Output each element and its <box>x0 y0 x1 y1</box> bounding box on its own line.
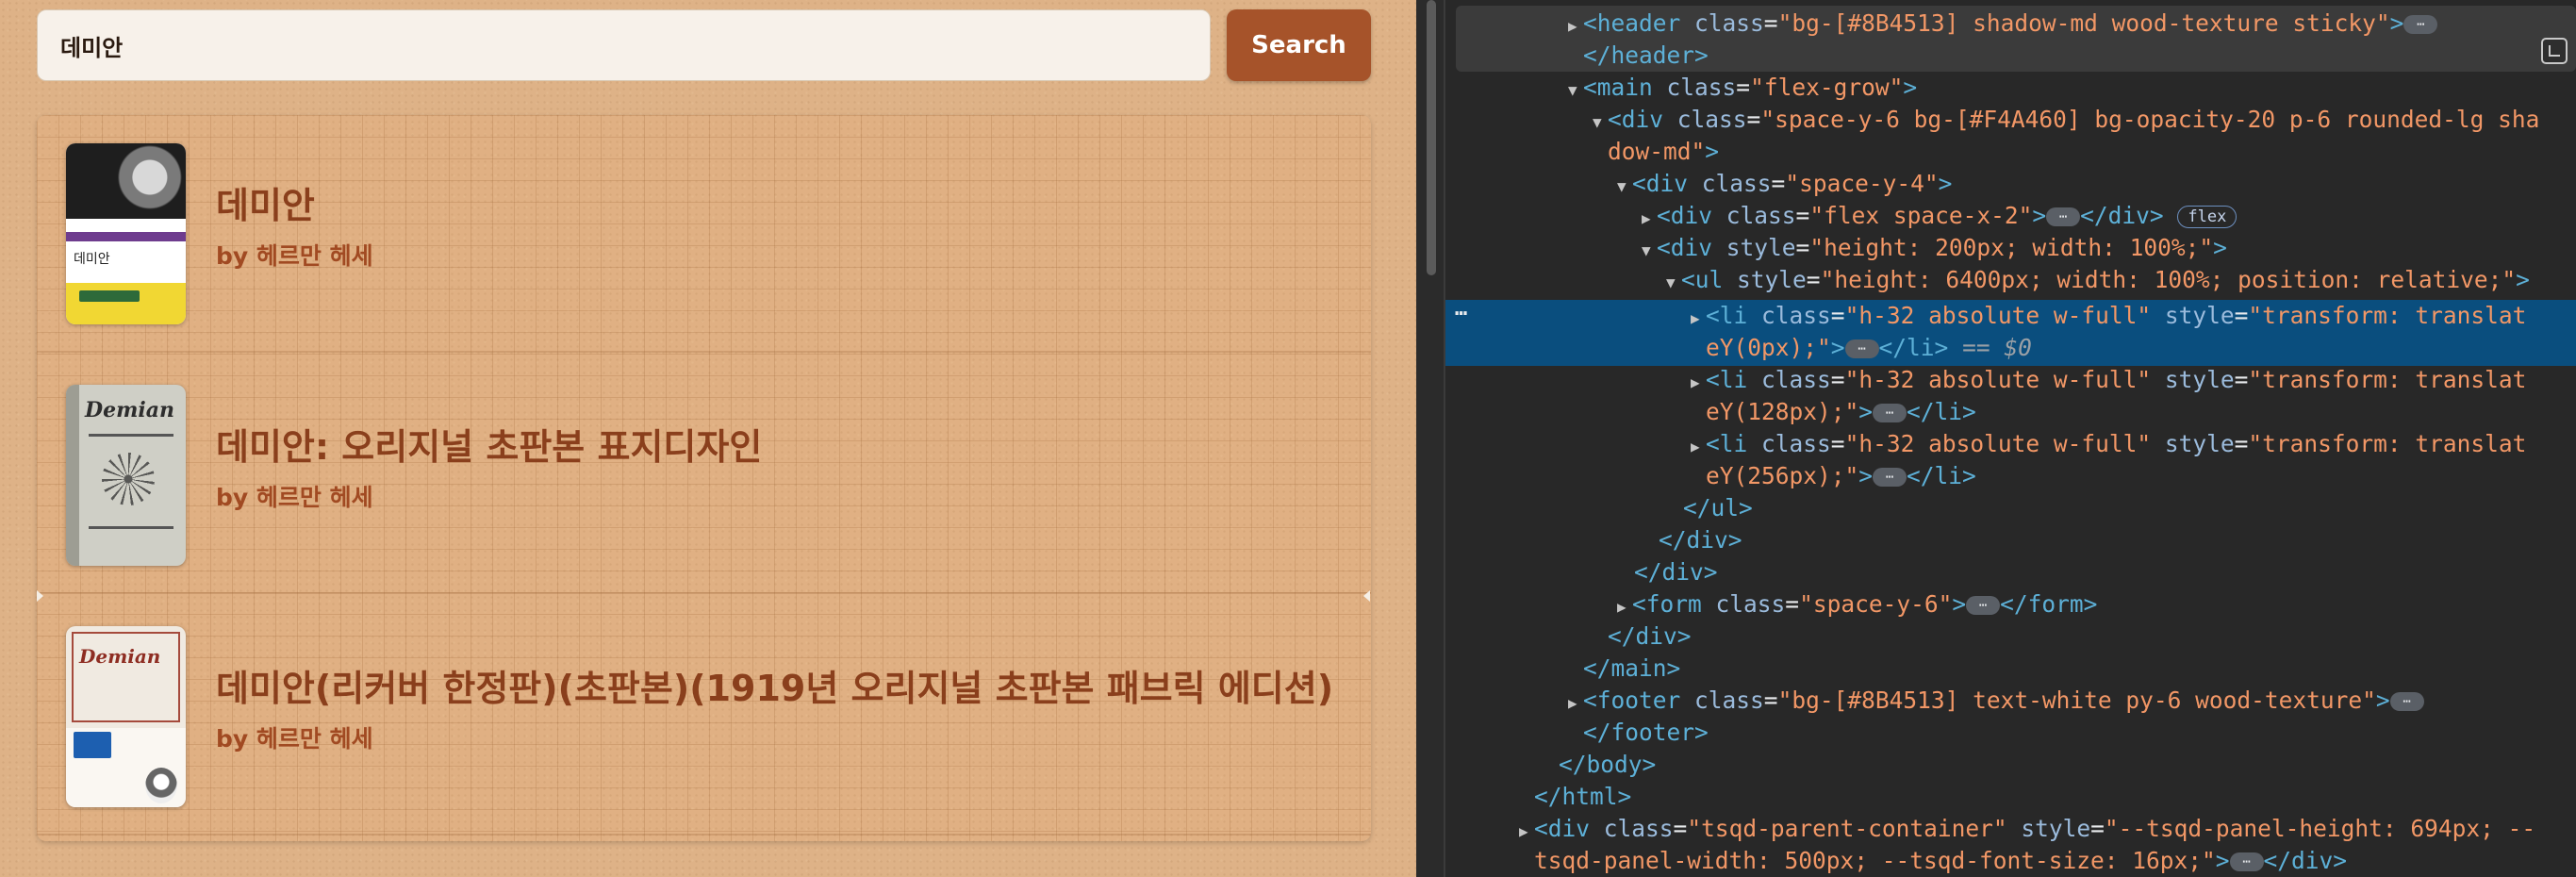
cover-spine <box>66 385 79 566</box>
cover-rule <box>89 526 173 529</box>
ellipsis-icon[interactable]: ⋯ <box>2389 692 2424 711</box>
search-button[interactable]: Search <box>1227 9 1371 81</box>
expand-triangle-icon[interactable]: ▶ <box>1691 367 1706 399</box>
dom-node-li[interactable]: ▶ <li class="h-32 absolute w-full" style=… <box>1445 364 2576 396</box>
expand-triangle-icon[interactable]: ▶ <box>1642 203 1657 235</box>
book-title[interactable]: 데미안 <box>216 176 315 228</box>
ellipsis-icon[interactable]: ⋯ <box>1873 468 1907 487</box>
dom-node-li-wrap: eY(256px);"> ⋯ </li> <box>1706 462 1976 489</box>
cover-stripe <box>66 232 186 241</box>
dom-node-div-space-y-6[interactable]: ▼ <div class="space-y-6 bg-[#F4A460] bg-o… <box>1445 104 2576 136</box>
dom-node-header[interactable]: ▶ <header class="bg-[#8B4513] shadow-md w… <box>1445 8 2576 40</box>
book-cover-image: Demian <box>66 626 186 807</box>
dom-node-header-close: </header> <box>1583 41 1709 69</box>
page-viewport: Search 데미안 데미안 by 헤르만 헤세 Demian 데미안: 오리지… <box>0 0 1416 877</box>
expand-triangle-icon[interactable]: ▶ <box>1568 10 1583 42</box>
cover-title: Demian <box>79 645 161 668</box>
search-bar: Search <box>37 9 1371 81</box>
ellipsis-icon[interactable]: ⋯ <box>2046 207 2081 226</box>
book-cover-image: 데미안 <box>66 143 186 324</box>
collapse-triangle-icon[interactable]: ▼ <box>1568 74 1583 107</box>
resize-right-icon[interactable] <box>1363 590 1370 602</box>
ellipsis-icon[interactable]: ⋯ <box>2403 15 2438 34</box>
book-author: by 헤르만 헤세 <box>216 242 373 270</box>
dom-node-footer-close: </footer> <box>1583 719 1709 746</box>
cover-rule <box>89 434 173 437</box>
dom-node-ul[interactable]: ▼ <ul style="height: 6400px; width: 100%;… <box>1445 264 2576 296</box>
collapse-triangle-icon[interactable]: ▼ <box>1666 267 1681 299</box>
cover-label <box>79 290 140 302</box>
ellipsis-icon[interactable]: ⋯ <box>1873 404 1907 422</box>
list-item[interactable]: 데미안 데미안 by 헤르만 헤세 <box>37 115 1371 353</box>
scrollbar-thumb[interactable] <box>1427 0 1436 275</box>
dom-node-main-close: </main> <box>1583 654 1681 682</box>
dom-node-div-flex[interactable]: ▶ <div class="flex space-x-2"> ⋯ </div> fle… <box>1445 200 2576 232</box>
cover-ornament <box>102 453 155 505</box>
author-photo <box>66 143 186 219</box>
dom-node-li-selected-wrap: eY(0px);"> ⋯ </li> == $0 <box>1706 334 2032 361</box>
dom-node-li-selected[interactable]: ▶ <li class="h-32 absolute w-full" style=… <box>1445 300 2576 332</box>
author-portrait <box>145 768 177 803</box>
collapse-triangle-icon[interactable]: ▼ <box>1642 235 1657 267</box>
cover-title: Demian <box>85 398 174 422</box>
book-title[interactable]: 데미안: 오리지널 초판본 표지디자인 <box>216 418 762 470</box>
dom-node-tsqd[interactable]: ▶ <div class="tsqd-parent-container" styl… <box>1445 813 2576 845</box>
list-item[interactable]: Demian 데미안: 오리지널 초판본 표지디자인 by 헤르만 헤세 <box>37 356 1371 594</box>
dom-tree: ⋯ ▶ <header class="bg-[#8B4513] shadow-md… <box>1445 0 2576 877</box>
dom-node-div-close: </div> <box>1634 558 1718 586</box>
dom-node-div-close: </div> <box>1659 526 1742 554</box>
dom-node-body-close: </body> <box>1559 751 1657 778</box>
flex-badge[interactable]: flex <box>2177 206 2237 228</box>
results-list: 데미안 데미안 by 헤르만 헤세 Demian 데미안: 오리지널 초판본 표… <box>37 115 1371 841</box>
collapse-triangle-icon[interactable]: ▼ <box>1593 107 1608 139</box>
scrollbar[interactable] <box>1416 0 1445 877</box>
dom-node-li-wrap: eY(128px);"> ⋯ </li> <box>1706 398 1976 425</box>
search-input[interactable] <box>37 9 1211 81</box>
expand-triangle-icon[interactable]: ▶ <box>1617 591 1632 623</box>
devtools-elements-panel: ⋯ ▶ <header class="bg-[#8B4513] shadow-md… <box>1416 0 2576 877</box>
expand-triangle-icon[interactable]: ▶ <box>1519 816 1534 848</box>
cover-band <box>74 732 111 758</box>
collapse-triangle-icon[interactable]: ▼ <box>1617 171 1632 203</box>
book-title[interactable]: 데미안(리커버 한정판)(초판본)(1919년 오리지널 초판본 패브릭 에디션… <box>216 659 1333 711</box>
ellipsis-icon[interactable]: ⋯ <box>1844 339 1879 358</box>
book-cover-image: Demian <box>66 385 186 566</box>
dom-node-div-space-y-6-wrap: dow-md"> <box>1608 138 1720 165</box>
dom-node-html-close: </html> <box>1534 783 1632 810</box>
cover-band <box>66 283 186 324</box>
book-author: by 헤르만 헤세 <box>216 725 373 753</box>
dom-node-form[interactable]: ▶ <form class="space-y-6"> ⋯ </form> <box>1445 588 2576 621</box>
cover-title: 데미안 <box>74 252 110 267</box>
ellipsis-icon[interactable]: ⋯ <box>1966 596 2001 615</box>
dom-node-main[interactable]: ▼ <main class="flex-grow"> <box>1445 72 2576 104</box>
dom-node-li[interactable]: ▶ <li class="h-32 absolute w-full" style=… <box>1445 428 2576 460</box>
book-author: by 헤르만 헤세 <box>216 484 373 511</box>
selected-node-marker: == $0 <box>1962 334 2032 361</box>
expand-triangle-icon[interactable]: ▶ <box>1691 431 1706 463</box>
dom-node-tsqd-wrap: tsqd-panel-width: 500px; --tsqd-font-siz… <box>1534 847 2348 874</box>
dom-node-div-space-y-4[interactable]: ▼ <div class="space-y-4"> <box>1445 168 2576 200</box>
dom-node-ul-close: </ul> <box>1683 494 1753 521</box>
resize-left-icon[interactable] <box>37 590 43 602</box>
dom-node-footer[interactable]: ▶ <footer class="bg-[#8B4513] text-white … <box>1445 685 2576 717</box>
dom-node-div-style[interactable]: ▼ <div style="height: 200px; width: 100%;… <box>1445 232 2576 264</box>
list-item[interactable]: Demian 데미안(리커버 한정판)(초판본)(1919년 오리지널 초판본 … <box>37 598 1371 836</box>
dom-node-div-close: </div> <box>1608 622 1692 650</box>
expand-triangle-icon[interactable]: ▶ <box>1568 687 1583 720</box>
expand-triangle-icon[interactable]: ▶ <box>1691 303 1706 335</box>
ellipsis-icon[interactable]: ⋯ <box>2229 852 2264 871</box>
